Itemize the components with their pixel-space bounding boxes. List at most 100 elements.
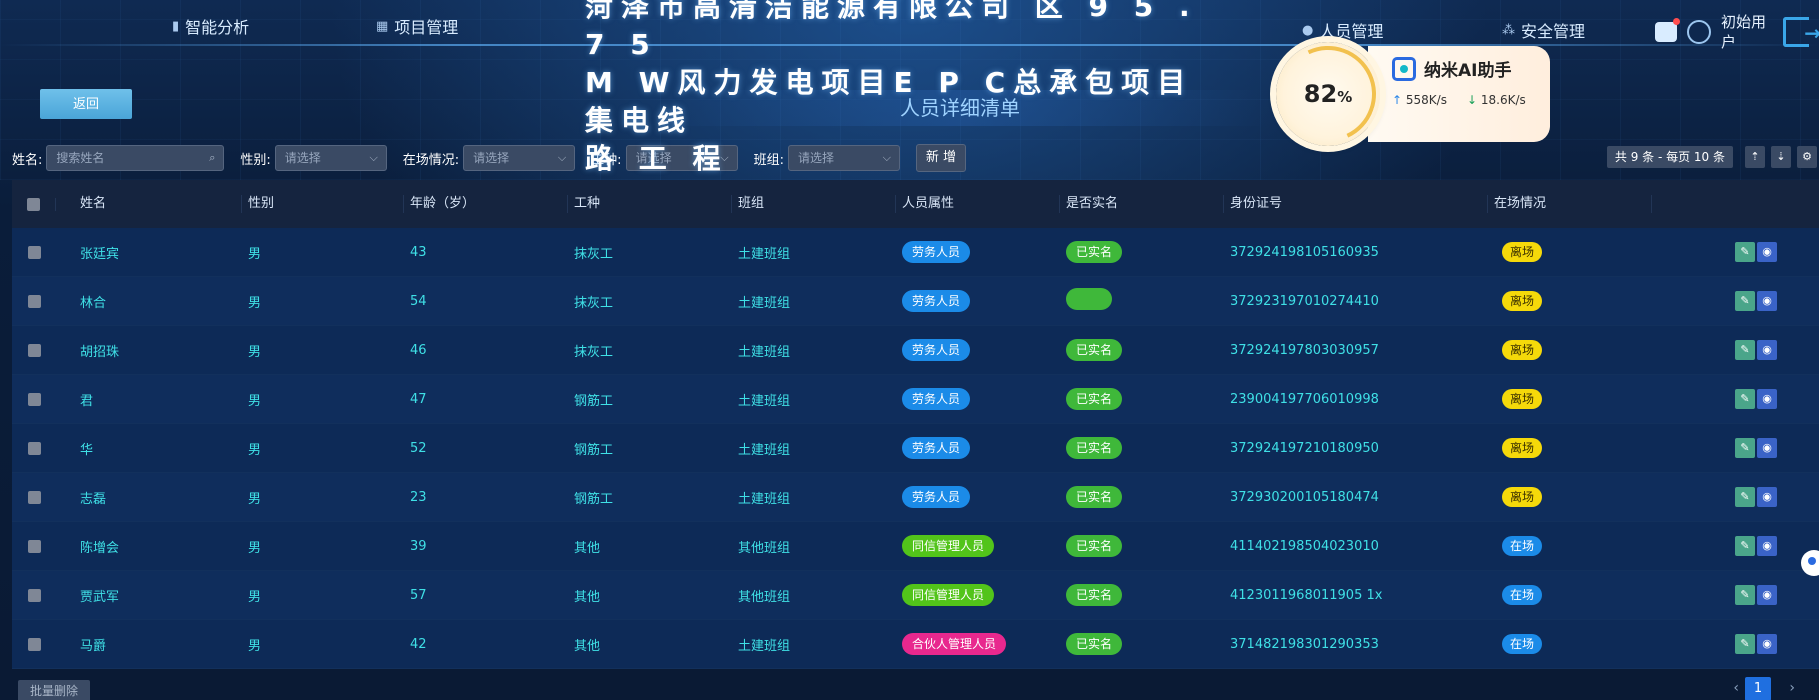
export-icon[interactable]: ⇡ (1745, 146, 1765, 168)
eye-icon[interactable]: ◉ (1757, 242, 1777, 262)
row-select-cell (12, 441, 56, 455)
cell-presence: 在场 (1488, 536, 1652, 556)
verified-tag: 已实名 (1066, 241, 1123, 263)
row-checkbox[interactable] (27, 294, 41, 308)
cell-trade: 钢筋工 (574, 442, 614, 458)
cell-id: 372924197803030957 (1230, 342, 1379, 358)
cell-gender: 男 (248, 295, 262, 311)
select-all-cell (12, 197, 56, 211)
nav-safety-management-label: 安全管理 (1521, 22, 1586, 41)
project-title-line2: M W风力发电项目E P C总承包项目集电线 (585, 66, 1194, 137)
back-button[interactable]: 返回 (40, 89, 132, 119)
edit-icon[interactable]: ✎ (1735, 487, 1755, 507)
row-checkbox[interactable] (27, 539, 41, 553)
row-select-cell (12, 588, 56, 602)
table-row: 胡招珠 男 46 抹灰工 土建班组 劳务人员 已实名 372924197803030957 离场… (12, 326, 1819, 375)
prev-page-button[interactable]: ‹ (1733, 680, 1739, 696)
presence-select[interactable]: 请选择 ⌵ (463, 145, 576, 171)
header-id: 身份证号 (1224, 195, 1488, 213)
name-search-input[interactable]: 搜索姓名 ⌕ (46, 145, 225, 171)
cell-verified: 已实名 (1060, 437, 1224, 459)
eye-icon[interactable]: ◉ (1757, 291, 1777, 311)
cell-team: 其他班组 (738, 540, 791, 556)
row-checkbox[interactable] (27, 637, 41, 651)
presence-filter-label: 在场情况: (402, 152, 460, 168)
cell-actions: ✎ ◉ (1652, 242, 1815, 262)
cell-trade: 其他 (574, 540, 601, 556)
edit-icon[interactable]: ✎ (1735, 438, 1755, 458)
cell-trade: 抹灰工 (574, 246, 614, 262)
row-checkbox[interactable] (27, 245, 41, 259)
cell-presence: 离场 (1488, 340, 1652, 360)
verified-tag: 已实名 (1066, 486, 1123, 508)
presence-badge: 离场 (1502, 438, 1543, 458)
table-row: 林合 男 54 抹灰工 土建班组 劳务人员 372923197010274410 离场 ✎ ◉ (12, 277, 1819, 326)
current-page[interactable]: 1 (1745, 677, 1771, 700)
cell-actions: ✎ ◉ (1652, 487, 1815, 507)
cell-attr: 劳务人员 (896, 388, 1060, 410)
eye-icon[interactable]: ◉ (1757, 536, 1777, 556)
row-checkbox[interactable] (27, 441, 41, 455)
edit-icon[interactable]: ✎ (1735, 291, 1755, 311)
cell-trade: 钢筋工 (574, 393, 614, 409)
logout-icon[interactable] (1783, 17, 1819, 47)
edit-icon[interactable]: ✎ (1735, 634, 1755, 654)
cell-age: 43 (410, 244, 427, 260)
eye-icon[interactable]: ◉ (1757, 438, 1777, 458)
cell-age: 23 (410, 489, 427, 505)
presence-badge: 离场 (1502, 340, 1543, 360)
eye-icon[interactable]: ◉ (1757, 585, 1777, 605)
cell-name: 马爵 (80, 638, 107, 654)
table-header: 姓名 性别 年龄（岁） 工种 班组 人员属性 是否实名 身份证号 在场情况 (12, 180, 1819, 228)
ai-assistant-ring[interactable]: 82% (1276, 42, 1380, 146)
cell-verified: 已实名 (1060, 486, 1224, 508)
row-checkbox[interactable] (27, 392, 41, 406)
nav-project-management[interactable]: ▦ 项目管理 (376, 14, 458, 38)
table-row: 贾武军 男 57 其他 其他班组 同信管理人员 已实名 4123011968011905 1x… (12, 571, 1819, 620)
row-checkbox[interactable] (27, 343, 41, 357)
message-icon[interactable] (1655, 18, 1680, 42)
edit-icon[interactable]: ✎ (1735, 389, 1755, 409)
cell-verified: 已实名 (1060, 633, 1224, 655)
cell-actions: ✎ ◉ (1652, 585, 1815, 605)
download-icon[interactable]: ⇣ (1771, 146, 1791, 168)
cell-presence: 离场 (1488, 487, 1652, 507)
select-all-checkbox[interactable] (27, 197, 40, 211)
chevron-down-icon: ⌵ (557, 151, 567, 164)
gender-filter-label: 性别: (240, 152, 271, 168)
cell-team: 土建班组 (738, 491, 791, 507)
nav-personnel-management[interactable]: ● 人员管理 (1302, 18, 1383, 42)
attr-tag: 劳务人员 (902, 437, 971, 459)
batch-delete-button[interactable]: 批量删除 (18, 680, 91, 700)
header-attr: 人员属性 (896, 195, 1060, 213)
cell-attr: 劳务人员 (896, 339, 1060, 361)
cell-gender: 男 (248, 393, 262, 409)
network-icon: ⁂ (1502, 22, 1515, 38)
edit-icon[interactable]: ✎ (1735, 340, 1755, 360)
eye-icon[interactable]: ◉ (1757, 487, 1777, 507)
nav-safety-management[interactable]: ⁂ 安全管理 (1502, 18, 1585, 42)
cell-verified: 已实名 (1060, 584, 1224, 606)
gender-select[interactable]: 请选择 ⌵ (274, 145, 387, 171)
download-speed: ↓ 18.6K/s (1466, 93, 1526, 107)
cell-name: 林合 (80, 295, 107, 311)
row-checkbox[interactable] (27, 490, 41, 504)
row-checkbox[interactable] (27, 588, 41, 602)
edit-icon[interactable]: ✎ (1735, 585, 1755, 605)
nav-smart-analysis[interactable]: ▮ 智能分析 (172, 14, 249, 38)
cell-gender: 男 (248, 540, 262, 556)
eye-icon[interactable]: ◉ (1757, 340, 1777, 360)
edit-icon[interactable]: ✎ (1735, 242, 1755, 262)
cell-id: 372924197210180950 (1230, 440, 1379, 456)
project-title-line1: 菏泽市高清洁能源有限公司 区 9 5 . 7 5 (585, 0, 1198, 61)
ai-assistant-panel[interactable]: 纳米AI助手 ↑ 558K/s ↓ 18.6K/s (1368, 46, 1550, 142)
edit-icon[interactable]: ✎ (1735, 536, 1755, 556)
verified-tag: 已实名 (1066, 339, 1123, 361)
settings-icon[interactable]: ⚙ (1797, 146, 1817, 168)
user-name[interactable]: 初始用户 (1721, 12, 1773, 52)
header-gender: 性别 (242, 195, 404, 213)
user-icon[interactable] (1687, 20, 1711, 44)
next-page-button[interactable]: › (1789, 680, 1795, 696)
eye-icon[interactable]: ◉ (1757, 389, 1777, 409)
eye-icon[interactable]: ◉ (1757, 634, 1777, 654)
